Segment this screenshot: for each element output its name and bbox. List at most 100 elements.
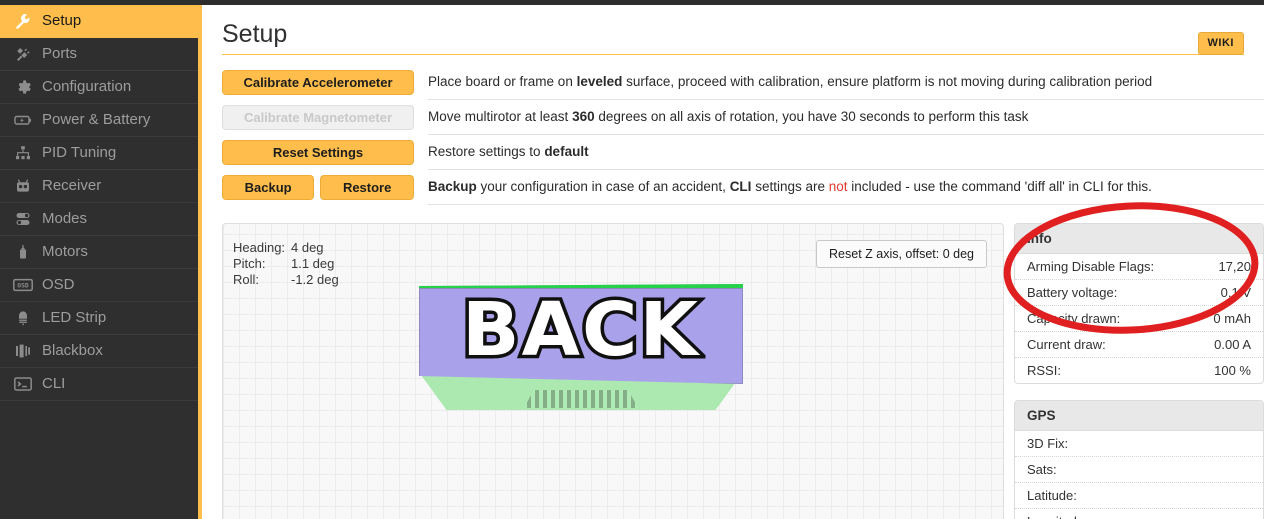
action-rows: Calibrate Accelerometer Place board or fr…	[222, 65, 1264, 205]
panel-row: Battery voltage: 0.1 V	[1015, 280, 1263, 306]
toggles-icon	[12, 210, 34, 228]
action-description: Place board or frame on leveled surface,…	[428, 65, 1264, 100]
reset-z-axis-button[interactable]: Reset Z axis, offset: 0 deg	[816, 240, 987, 268]
sidebar-item-label: LED Strip	[42, 308, 107, 326]
sidebar-item-label: PID Tuning	[42, 143, 117, 161]
attitude-value: -1.2 deg	[291, 272, 339, 287]
panel-row-key: 3D Fix:	[1027, 436, 1069, 451]
sidebar-item-pid-tuning[interactable]: PID Tuning	[0, 137, 198, 170]
gps-panel-rows: 3D Fix: Sats: Latitude: Longitude:	[1015, 431, 1263, 519]
sidebar-item-setup[interactable]: Setup	[0, 5, 198, 38]
page-title: Setup	[222, 20, 288, 48]
battery-icon	[12, 111, 34, 129]
info-panel-title: Info	[1015, 224, 1263, 254]
action-description: Restore settings to default	[428, 135, 1264, 170]
attitude-value: 1.1 deg	[291, 256, 335, 271]
sidebar-item-cli[interactable]: CLI	[0, 368, 198, 401]
sidebar-item-receiver[interactable]: Receiver	[0, 170, 198, 203]
board-shadow	[523, 390, 639, 408]
main-content: Setup WIKI Calibrate Accelerometer Place …	[202, 5, 1264, 519]
sidebar-item-ports[interactable]: Ports	[0, 38, 198, 71]
info-panel-rows: Arming Disable Flags: 17,20 Battery voltag…	[1015, 254, 1263, 383]
sidebar-item-label: Ports	[42, 44, 78, 62]
sidebar-item-configuration[interactable]: Configuration	[0, 71, 198, 104]
panel-row: Latitude:	[1015, 483, 1263, 509]
action-buttons: Backup Restore	[222, 175, 415, 200]
sidebar-item-label: Configuration	[42, 77, 132, 95]
action-buttons: Calibrate Accelerometer	[222, 70, 414, 95]
transmitter-icon	[12, 177, 34, 195]
panel-row-key: Latitude:	[1027, 488, 1077, 503]
sidebar-item-led-strip[interactable]: LED Strip	[0, 302, 198, 335]
sidebar-item-label: CLI	[42, 374, 66, 392]
calibrate-accelerometer-button[interactable]: Calibrate Accelerometer	[222, 70, 414, 95]
sidebar-item-label: Power & Battery	[42, 110, 151, 128]
panel-row-value: 0 mAh	[1213, 311, 1251, 326]
led-icon	[12, 309, 34, 327]
panel-row-key: Battery voltage:	[1027, 285, 1118, 300]
panel-row: Sats:	[1015, 457, 1263, 483]
panel-row-value: 0.00 A	[1214, 337, 1251, 352]
sidebar-item-label: Blackbox	[42, 341, 103, 359]
osd-icon: OSD	[12, 276, 34, 294]
model-preview-panel[interactable]: Heading: 4 deg Pitch: 1.1 deg Roll: -1.2 deg …	[222, 223, 1004, 519]
blackbox-icon	[12, 342, 34, 360]
calibrate-magnetometer-button: Calibrate Magnetometer	[222, 105, 414, 130]
sidebar-item-label: OSD	[42, 275, 75, 293]
action-row: Calibrate Magnetometer Move multirotor at…	[222, 100, 1264, 135]
action-row: Backup Restore Backup your configuration i…	[222, 170, 1264, 205]
sidebar-item-power-battery[interactable]: Power & Battery	[0, 104, 198, 137]
panel-row: 3D Fix:	[1015, 431, 1263, 457]
status-panels: Info Arming Disable Flags: 17,20 Battery v…	[1014, 223, 1264, 519]
app-window: Setup Ports Configuration Power & Battery PI…	[0, 0, 1264, 519]
panel-row-value: 17,20	[1218, 259, 1251, 274]
attitude-row: Heading: 4 deg	[233, 240, 339, 256]
sidebar-item-label: Modes	[42, 209, 88, 227]
attitude-value: 4 deg	[291, 240, 324, 255]
panel-row-key: Longitude:	[1027, 514, 1088, 519]
attitude-key: Heading:	[233, 240, 286, 255]
gear-icon	[12, 78, 34, 96]
sidebar-item-blackbox[interactable]: Blackbox	[0, 335, 198, 368]
panel-row-value: 0.1 V	[1220, 285, 1251, 300]
svg-text:OSD: OSD	[17, 282, 29, 290]
panel-row-key: Arming Disable Flags:	[1027, 259, 1155, 274]
page-header: Setup WIKI	[222, 17, 1244, 55]
wiki-button[interactable]: WIKI	[1197, 32, 1244, 55]
panel-row: Arming Disable Flags: 17,20	[1015, 254, 1263, 280]
gps-panel: GPS 3D Fix: Sats: Latitude: Longitude:	[1014, 400, 1264, 519]
panel-row-key: Current draw:	[1027, 337, 1106, 352]
terminal-icon	[12, 375, 34, 393]
attitude-key: Roll:	[233, 272, 260, 287]
sidebar-item-label: Setup	[42, 11, 82, 29]
restore-button[interactable]: Restore	[320, 175, 415, 200]
wrench-icon	[12, 12, 34, 30]
reset-settings-button[interactable]: Reset Settings	[222, 140, 414, 165]
info-panel: Info Arming Disable Flags: 17,20 Battery v…	[1014, 223, 1264, 384]
sidebar-nav: Setup Ports Configuration Power & Battery PI…	[0, 5, 198, 519]
sidebar-item-label: Motors	[42, 242, 88, 260]
attitude-readout: Heading: 4 deg Pitch: 1.1 deg Roll: -1.2 deg	[233, 240, 339, 288]
sitemap-icon	[12, 144, 34, 162]
action-description: Backup your configuration in case of an …	[428, 170, 1264, 205]
plug-icon	[12, 45, 34, 63]
action-row: Calibrate Accelerometer Place board or fr…	[222, 65, 1264, 100]
action-description: Move multirotor at least 360 degrees on …	[428, 100, 1264, 135]
attitude-row: Pitch: 1.1 deg	[233, 256, 339, 272]
attitude-row: Roll: -1.2 deg	[233, 272, 339, 288]
flight-controller-3d-model[interactable]: BACK	[419, 284, 743, 410]
panel-row-value: 100 %	[1214, 363, 1251, 378]
sidebar-item-osd[interactable]: OSD OSD	[0, 269, 198, 302]
sidebar-item-motors[interactable]: Motors	[0, 236, 198, 269]
action-buttons: Reset Settings	[222, 140, 414, 165]
panel-row: Longitude:	[1015, 509, 1263, 519]
attitude-key: Pitch:	[233, 256, 266, 271]
board-orientation-label: BACK	[458, 287, 701, 374]
action-row: Reset Settings Restore settings to defaul…	[222, 135, 1264, 170]
motor-icon	[12, 243, 34, 261]
backup-button[interactable]: Backup	[222, 175, 315, 200]
panel-row: Capacity drawn: 0 mAh	[1015, 306, 1263, 332]
panel-row: Current draw: 0.00 A	[1015, 332, 1263, 358]
sidebar-item-modes[interactable]: Modes	[0, 203, 198, 236]
panel-row-key: RSSI:	[1027, 363, 1061, 378]
